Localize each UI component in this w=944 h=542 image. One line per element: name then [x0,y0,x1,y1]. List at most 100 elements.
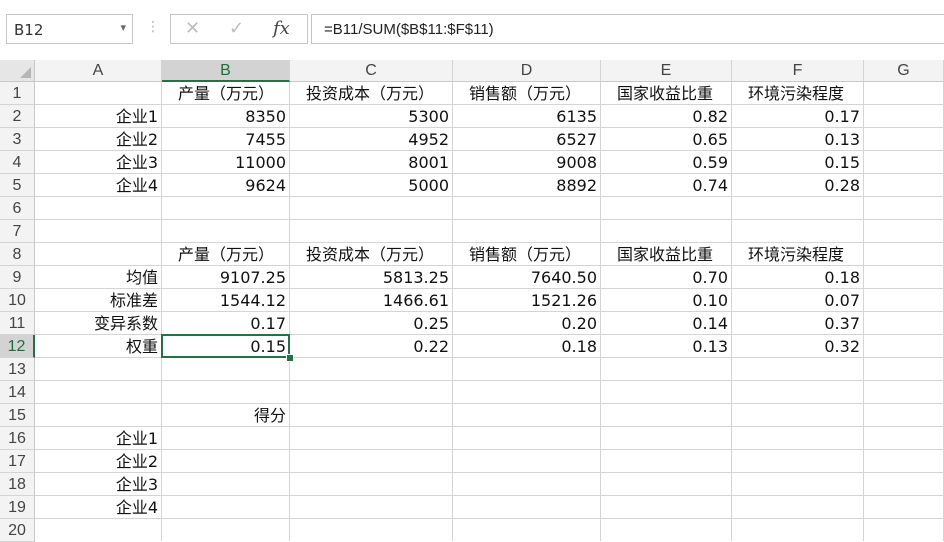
row-header-12[interactable]: 12 [0,335,35,358]
column-header-b[interactable]: B [162,60,290,82]
row-header-7[interactable]: 7 [0,220,35,243]
value-cell[interactable]: 9624 [162,174,290,197]
insert-function-icon[interactable]: fx [273,18,290,39]
column-header-f[interactable]: F [732,60,864,82]
row-label-cell[interactable]: 变异系数 [35,312,162,335]
value-cell[interactable]: 4952 [290,128,453,151]
cancel-icon[interactable]: ✕ [185,18,200,39]
row-header-6[interactable]: 6 [0,197,35,220]
row-label-cell[interactable]: 均值 [35,266,162,289]
row-label-cell[interactable]: 企业2 [35,450,162,473]
formula-input[interactable]: =B11/SUM($B$11:$F$11) [311,14,944,44]
value-cell[interactable]: 0.10 [601,289,732,312]
more-options-icon[interactable]: ⋮ [146,19,160,35]
value-cell[interactable]: 9107.25 [162,266,290,289]
value-cell[interactable]: 0.20 [453,312,601,335]
value-cell[interactable]: 5813.25 [290,266,453,289]
value-cell[interactable]: 1466.61 [290,289,453,312]
active-cell-border[interactable] [161,334,290,358]
column-header-d[interactable]: D [453,60,601,82]
value-cell[interactable]: 0.32 [732,335,864,358]
row-header-8[interactable]: 8 [0,243,35,266]
header-cell[interactable]: 投资成本（万元） [290,243,453,266]
value-cell[interactable]: 8892 [453,174,601,197]
value-cell[interactable]: 11000 [162,151,290,174]
value-cell[interactable]: 0.22 [290,335,453,358]
row-header-17[interactable]: 17 [0,450,35,473]
row-header-5[interactable]: 5 [0,174,35,197]
value-cell[interactable]: 6135 [453,105,601,128]
value-cell[interactable]: 0.13 [732,128,864,151]
row-header-14[interactable]: 14 [0,381,35,404]
name-box[interactable]: B12 ▾ [6,14,133,44]
row-header-16[interactable]: 16 [0,427,35,450]
value-cell[interactable]: 0.15 [732,151,864,174]
row-label-cell[interactable]: 权重 [35,335,162,358]
fill-handle[interactable] [286,354,294,362]
header-cell[interactable]: 产量（万元） [162,82,290,105]
row-header-3[interactable]: 3 [0,128,35,151]
value-cell[interactable]: 0.37 [732,312,864,335]
value-cell[interactable]: 7455 [162,128,290,151]
row-header-4[interactable]: 4 [0,151,35,174]
value-cell[interactable]: 0.13 [601,335,732,358]
row-header-18[interactable]: 18 [0,473,35,496]
value-cell[interactable]: 0.18 [732,266,864,289]
value-cell[interactable]: 0.70 [601,266,732,289]
value-cell[interactable]: 9008 [453,151,601,174]
header-cell[interactable]: 销售额（万元） [453,82,601,105]
chevron-down-icon[interactable]: ▾ [120,21,126,34]
row-header-2[interactable]: 2 [0,105,35,128]
value-cell[interactable]: 7640.50 [453,266,601,289]
value-cell[interactable]: 6527 [453,128,601,151]
value-cell[interactable]: 0.25 [290,312,453,335]
row-header-11[interactable]: 11 [0,312,35,335]
column-header-a[interactable]: A [35,60,162,82]
header-cell[interactable]: 环境污染程度 [732,82,864,105]
row-label-cell[interactable]: 企业3 [35,473,162,496]
value-cell[interactable]: 0.28 [732,174,864,197]
column-header-e[interactable]: E [601,60,732,82]
header-cell[interactable]: 产量（万元） [162,243,290,266]
select-all-button[interactable] [0,60,35,82]
row-label-cell[interactable]: 企业1 [35,427,162,450]
value-cell[interactable]: 0.82 [601,105,732,128]
column-header-c[interactable]: C [290,60,453,82]
header-cell[interactable]: 环境污染程度 [732,243,864,266]
value-cell[interactable]: 0.17 [162,312,290,335]
value-cell[interactable]: 0.07 [732,289,864,312]
row-label-cell[interactable]: 企业4 [35,496,162,519]
row-header-1[interactable]: 1 [0,82,35,105]
row-label-cell[interactable]: 企业2 [35,128,162,151]
row-header-15[interactable]: 15 [0,404,35,427]
value-cell[interactable]: 0.17 [732,105,864,128]
value-cell[interactable]: 1521.26 [453,289,601,312]
row-label-cell[interactable]: 企业1 [35,105,162,128]
row-header-10[interactable]: 10 [0,289,35,312]
value-cell[interactable]: 0.74 [601,174,732,197]
row-header-9[interactable]: 9 [0,266,35,289]
enter-check-icon[interactable]: ✓ [229,18,244,39]
header-cell[interactable]: 销售额（万元） [453,243,601,266]
header-cell[interactable]: 国家收益比重 [601,82,732,105]
value-cell[interactable]: 5000 [290,174,453,197]
value-cell[interactable]: 5300 [290,105,453,128]
value-cell[interactable]: 8001 [290,151,453,174]
row-label-cell[interactable]: 标准差 [35,289,162,312]
row-label-cell[interactable]: 企业4 [35,174,162,197]
row-header-19[interactable]: 19 [0,496,35,519]
value-cell[interactable]: 0.18 [453,335,601,358]
row-header-20[interactable]: 20 [0,519,35,542]
value-cell[interactable]: 8350 [162,105,290,128]
cell-grid[interactable]: 产量（万元） 投资成本（万元） 销售额（万元） 国家收益比重 环境污染程度 企业1 8350… [35,82,944,541]
header-cell[interactable]: 国家收益比重 [601,243,732,266]
value-cell[interactable]: 0.59 [601,151,732,174]
value-cell[interactable]: 1544.12 [162,289,290,312]
header-cell[interactable]: 投资成本（万元） [290,82,453,105]
value-cell[interactable]: 0.14 [601,312,732,335]
row-label-cell[interactable]: 企业3 [35,151,162,174]
score-label-cell[interactable]: 得分 [162,404,290,427]
column-header-g[interactable]: G [864,60,944,82]
value-cell[interactable]: 0.65 [601,128,732,151]
row-header-13[interactable]: 13 [0,358,35,381]
